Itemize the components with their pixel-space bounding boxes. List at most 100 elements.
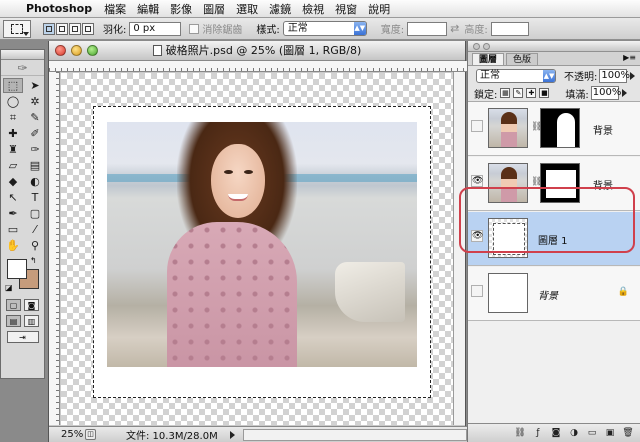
full-screen-menu-button[interactable]: ▥ [24, 315, 39, 327]
opacity-input[interactable]: 100% [599, 68, 630, 83]
layer-row[interactable]: 背景 🔒 [468, 267, 640, 321]
menu-file[interactable]: 檔案 [104, 1, 126, 17]
lasso-tool-icon[interactable]: ◯ [3, 94, 23, 109]
healing-brush-icon[interactable]: ✚ [3, 126, 23, 141]
default-colors-icon[interactable]: ◪ [5, 283, 13, 292]
standard-screen-button[interactable]: ▤ [6, 315, 21, 327]
fill-slider-arrow-icon[interactable] [621, 89, 627, 97]
new-layer-icon[interactable]: ▣ [603, 427, 617, 440]
crop-tool-icon[interactable]: ⌗ [3, 110, 23, 125]
lock-image-button[interactable]: ✎ [513, 88, 524, 98]
menu-window[interactable]: 視窗 [335, 1, 357, 17]
style-select[interactable]: 正常 ▲▼ [282, 21, 367, 36]
document-title-bar[interactable]: 破格照片.psd @ 25% (圖層 1, RGB/8) [49, 41, 465, 61]
vertical-ruler[interactable] [49, 72, 60, 425]
new-selection-button[interactable] [43, 22, 55, 35]
menu-select[interactable]: 選取 [236, 1, 258, 17]
menu-view[interactable]: 檢視 [302, 1, 324, 17]
jump-to-imageready-button[interactable]: ⇥ [6, 331, 39, 343]
tab-layers[interactable]: 圖層 [472, 53, 505, 65]
app-name-menu[interactable]: Photoshop [26, 2, 92, 15]
menu-edit[interactable]: 編輯 [137, 1, 159, 17]
trash-icon[interactable]: 🗑 [621, 427, 635, 440]
width-input[interactable] [407, 21, 448, 36]
layer-name: 背景 [593, 126, 613, 137]
layer-row[interactable]: ⛓ 背景 [468, 102, 640, 156]
layer-style-icon[interactable]: ƒ [531, 427, 545, 440]
path-selection-icon[interactable]: ↖ [3, 190, 23, 205]
toolbox-header[interactable] [1, 50, 44, 60]
zoom-tool-icon[interactable]: ⚲ [25, 238, 45, 253]
zoom-level[interactable]: 25% [49, 429, 85, 440]
palette-close-button[interactable] [473, 43, 480, 50]
tab-channels[interactable]: 色版 [506, 53, 539, 65]
intersect-selection-button[interactable] [82, 22, 94, 35]
palette-minimize-button[interactable] [483, 43, 490, 50]
notes-tool-icon[interactable]: ▭ [3, 222, 23, 237]
minimize-window-button[interactable] [71, 45, 82, 56]
zoom-window-button[interactable] [87, 45, 98, 56]
visibility-toggle[interactable] [471, 120, 483, 132]
lock-position-button[interactable]: ✚ [526, 88, 537, 98]
hand-tool-icon[interactable]: ✋ [3, 238, 23, 253]
lock-all-button[interactable]: ■ [539, 88, 550, 98]
opacity-slider-arrow-icon[interactable] [630, 71, 636, 80]
document-window: 破格照片.psd @ 25% (圖層 1, RGB/8) 25% ◫ 文件: 1… [48, 41, 467, 442]
image-canvas[interactable] [61, 73, 455, 425]
window-controls [55, 45, 98, 56]
add-selection-button[interactable] [56, 22, 68, 35]
foreground-color-swatch[interactable] [7, 259, 27, 279]
feather-input[interactable]: 0 px [129, 21, 182, 36]
quick-mask-button[interactable]: ◙ [24, 299, 39, 311]
tool-preset-picker[interactable] [3, 19, 31, 38]
swap-dimensions-icon[interactable]: ⇄ [450, 22, 459, 35]
status-info-icon[interactable]: ◫ [85, 429, 96, 440]
height-input[interactable] [490, 21, 529, 36]
swap-colors-icon[interactable]: ↰ [30, 256, 37, 265]
type-tool-icon[interactable]: T [25, 190, 45, 205]
stamp-tool-icon[interactable]: ♜ [3, 142, 23, 157]
history-brush-icon[interactable]: ✑ [25, 142, 45, 157]
menu-help[interactable]: 說明 [368, 1, 390, 17]
blur-tool-icon[interactable]: ◆ [3, 174, 23, 189]
standard-mode-button[interactable]: ▢ [6, 299, 21, 311]
pen-tool-icon[interactable]: ✒ [3, 206, 23, 221]
style-select-value: 正常 [287, 23, 308, 34]
visibility-toggle[interactable] [471, 285, 483, 297]
horizontal-scrollbar[interactable] [242, 428, 467, 441]
eraser-tool-icon[interactable]: ▱ [3, 158, 23, 173]
menu-filter[interactable]: 濾鏡 [269, 1, 291, 17]
palette-menu-icon[interactable]: ▶≡ [623, 53, 636, 62]
dodge-tool-icon[interactable]: ◐ [25, 174, 45, 189]
palette-header[interactable] [468, 41, 640, 52]
new-group-icon[interactable]: ▭ [585, 427, 599, 440]
add-selection-icon [59, 25, 65, 32]
eye-icon[interactable]: 👁 [471, 175, 483, 187]
status-menu-arrow-icon[interactable] [229, 430, 235, 439]
slice-tool-icon[interactable]: ✎ [25, 110, 45, 125]
horizontal-ruler[interactable] [49, 61, 467, 72]
opacity-label: 不透明: [564, 72, 598, 83]
feather-logo-icon[interactable]: ✑ [1, 60, 44, 76]
add-mask-icon[interactable]: ◙ [549, 427, 563, 440]
close-window-button[interactable] [55, 45, 66, 56]
magic-wand-tool-icon[interactable]: ✲ [25, 94, 45, 109]
adjustment-layer-icon[interactable]: ◑ [567, 427, 581, 440]
shape-tool-icon[interactable]: ▢ [25, 206, 45, 221]
menu-layer[interactable]: 圖層 [203, 1, 225, 17]
eyedropper-tool-icon[interactable]: ⁄ [25, 222, 45, 237]
link-layers-icon[interactable]: ⛓ [513, 427, 527, 440]
menu-image[interactable]: 影像 [170, 1, 192, 17]
move-tool-icon[interactable]: ➤ [25, 78, 45, 93]
gradient-tool-icon[interactable]: ▤ [25, 158, 45, 173]
layer-mask-thumbnail[interactable] [540, 108, 580, 148]
brush-tool-icon[interactable]: ✐ [25, 126, 45, 141]
style-label: 樣式: [256, 25, 280, 36]
marquee-tool-icon[interactable]: ⬚ [3, 78, 23, 93]
lock-transparency-button[interactable]: ▦ [500, 88, 511, 98]
antialias-checkbox[interactable] [189, 23, 200, 34]
fill-input[interactable]: 100% [590, 86, 621, 100]
blend-mode-select[interactable]: 正常 ▲▼ [476, 68, 556, 83]
subtract-selection-button[interactable] [69, 22, 81, 35]
blend-mode-value: 正常 [480, 69, 500, 81]
